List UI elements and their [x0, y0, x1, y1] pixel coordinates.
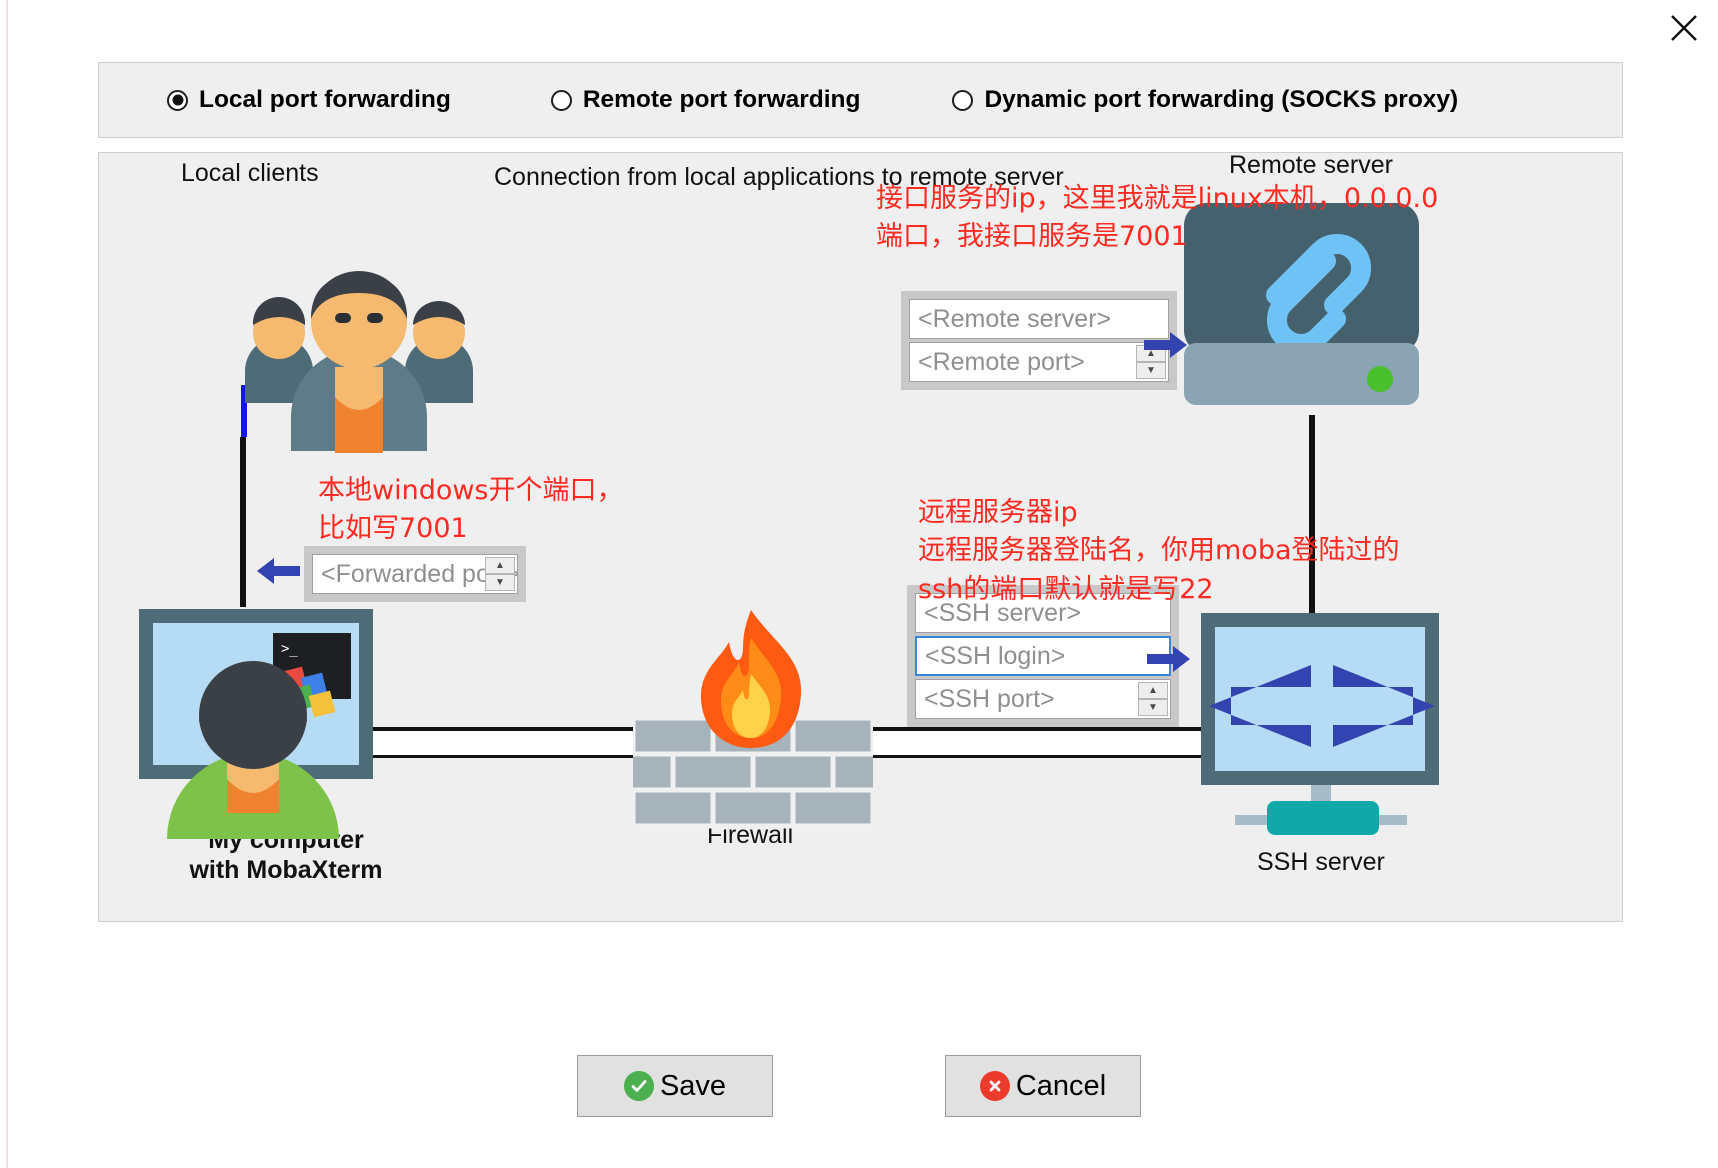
radio-remote-port-forwarding[interactable]: Remote port forwarding: [550, 86, 861, 114]
forwarded-port-stepper[interactable]: ▲ ▼: [485, 557, 515, 591]
ssh-port-placeholder: <SSH port>: [924, 684, 1055, 713]
radio-indicator-local[interactable]: [167, 89, 188, 111]
radio-dynamic-port-forwarding[interactable]: Dynamic port forwarding (SOCKS proxy): [952, 86, 1458, 114]
ssh-port-stepper-up[interactable]: ▲: [1138, 682, 1168, 699]
annotation-forwarded-note: 本地windows开个端口， 比如写7001: [318, 475, 624, 545]
port-forwarding-dialog: Local port forwarding Remote port forwar…: [0, 0, 1718, 1168]
annotation-remote-note: 接口服务的ip，这里我就是linux本机，0.0.0.0 端口，我接口服务是70…: [876, 183, 1439, 253]
save-button[interactable]: Save: [577, 1055, 773, 1117]
remote-port-stepper-down[interactable]: ▼: [1136, 362, 1166, 379]
ssh-port-stepper[interactable]: ▲ ▼: [1138, 682, 1168, 716]
close-icon[interactable]: [1662, 6, 1706, 50]
arrow-right-to-remote-icon: [1144, 331, 1188, 364]
radio-label-dynamic: Dynamic port forwarding (SOCKS proxy): [984, 86, 1459, 113]
ssh-login-input[interactable]: <SSH login>: [915, 636, 1171, 676]
ssh-port-input[interactable]: <SSH port> ▲ ▼: [915, 679, 1171, 719]
svg-text:>_: >_: [281, 641, 298, 657]
arrow-left-to-computer-icon: [257, 557, 301, 590]
forwarded-port-stepper-up[interactable]: ▲: [485, 557, 515, 574]
firewall-illustration: [590, 610, 916, 868]
forwarding-mode-group: Local port forwarding Remote port forwar…: [98, 62, 1623, 138]
local-clients-illustration: [239, 221, 479, 471]
check-circle-icon: [623, 1071, 654, 1101]
save-button-label: Save: [659, 1069, 727, 1102]
remote-server-placeholder: <Remote server>: [918, 304, 1112, 333]
remote-target-field-group: <Remote server> <Remote port> ▲ ▼: [901, 291, 1177, 390]
radio-label-remote: Remote port forwarding: [582, 86, 861, 113]
ssh-server-illustration: [1201, 613, 1446, 853]
forwarded-port-stepper-down[interactable]: ▼: [485, 574, 515, 591]
label-remote-server: Remote server: [1229, 152, 1393, 179]
my-computer-illustration: >_: [131, 601, 381, 841]
remote-port-placeholder: <Remote port>: [918, 347, 1085, 376]
x-circle-icon: [979, 1071, 1010, 1101]
decorative-left-rule: [6, 0, 8, 1168]
cancel-button-label: Cancel: [1015, 1069, 1107, 1102]
radio-local-port-forwarding[interactable]: Local port forwarding: [167, 86, 451, 114]
ssh-port-stepper-down[interactable]: ▼: [1138, 699, 1168, 716]
radio-label-local: Local port forwarding: [199, 86, 451, 113]
forwarded-port-field-group: <Forwarded port> ▲ ▼: [304, 546, 526, 602]
label-my-computer-line2: with MobaXterm: [189, 856, 383, 884]
arrow-right-to-ssh-icon: [1147, 645, 1191, 678]
remote-port-input[interactable]: <Remote port> ▲ ▼: [909, 342, 1169, 382]
label-local-clients: Local clients: [181, 159, 319, 187]
forwarded-port-input[interactable]: <Forwarded port> ▲ ▼: [312, 554, 518, 594]
ssh-login-placeholder: <SSH login>: [925, 641, 1066, 670]
annotation-ssh-note: 远程服务器ip 远程服务器登陆名，你用moba登陆过的 ssh的端口默认就是写2…: [918, 497, 1400, 605]
dialog-button-row: Save Cancel: [0, 1055, 1718, 1117]
remote-server-input[interactable]: <Remote server>: [909, 299, 1169, 339]
cancel-button[interactable]: Cancel: [945, 1055, 1141, 1117]
radio-indicator-dynamic[interactable]: [952, 89, 974, 111]
radio-indicator-remote[interactable]: [550, 89, 572, 111]
